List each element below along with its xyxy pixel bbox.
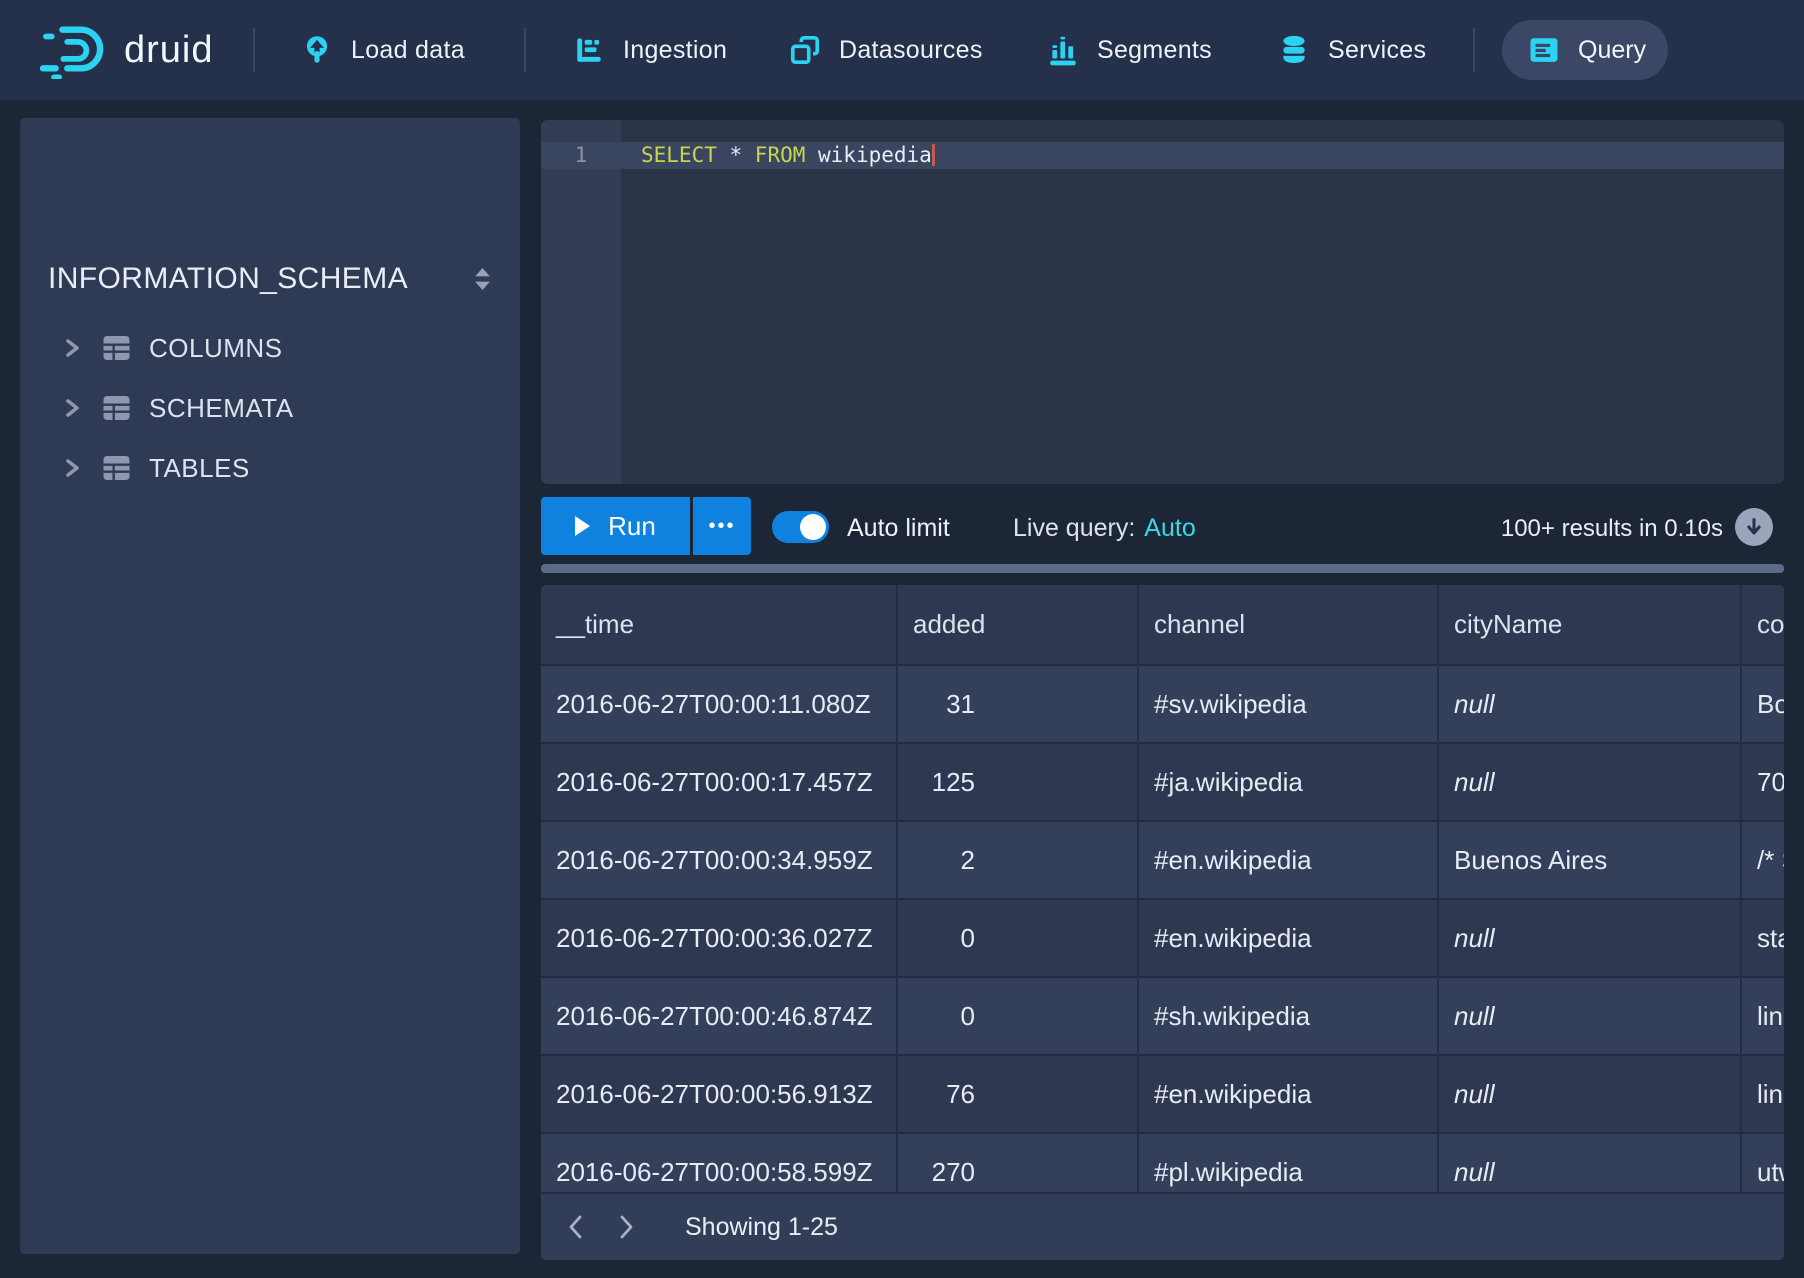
druid-console: { "navbar": { "brand": "druid", "items":… (0, 0, 1804, 1278)
cell-comment[interactable]: Bot (1741, 665, 1784, 743)
results-pagination: Showing 1-25 (541, 1192, 1784, 1260)
druid-logo[interactable]: druid (38, 21, 214, 79)
cell-added[interactable]: 0 (897, 977, 1138, 1055)
cell-time[interactable]: 2016-06-27T00:00:46.874Z (541, 977, 897, 1055)
column-header-channel[interactable]: channel (1138, 585, 1438, 665)
run-more-button[interactable]: ••• (693, 497, 751, 555)
cell-cityname[interactable]: Buenos Aires (1438, 821, 1741, 899)
editor-gutter (541, 120, 621, 484)
cell-time[interactable]: 2016-06-27T00:00:17.457Z (541, 743, 897, 821)
navbar-divider (253, 28, 255, 72)
prev-page-button[interactable] (561, 1212, 591, 1242)
table-row: 2016-06-27T00:00:46.874Z 0 #sh.wikipedia… (541, 977, 1784, 1055)
cell-channel[interactable]: #sv.wikipedia (1138, 665, 1438, 743)
next-page-button[interactable] (611, 1212, 641, 1242)
cell-added[interactable]: 2 (897, 821, 1138, 899)
cell-channel[interactable]: #sh.wikipedia (1138, 977, 1438, 1055)
navbar-divider (1473, 28, 1475, 72)
bar-chart-icon (1046, 33, 1080, 67)
run-button[interactable]: Run (541, 497, 690, 555)
sql-editor[interactable]: 1 SELECT * FROM wikipedia (541, 120, 1784, 484)
schema-tree: COLUMNS SCHEMATA (20, 318, 520, 498)
cell-time[interactable]: 2016-06-27T00:00:36.027Z (541, 899, 897, 977)
cell-time[interactable]: 2016-06-27T00:00:11.080Z (541, 665, 897, 743)
cell-channel[interactable]: #en.wikipedia (1138, 821, 1438, 899)
table-row: 2016-06-27T00:00:56.913Z 76 #en.wikipedi… (541, 1055, 1784, 1133)
text-cursor (932, 144, 935, 166)
panel-resize-handle[interactable] (541, 564, 1784, 573)
live-query-label: Live query: (1013, 514, 1135, 542)
table-row: 2016-06-27T00:00:36.027Z 0 #en.wikipedia… (541, 899, 1784, 977)
live-query-control: Live query: Auto (1013, 512, 1196, 544)
table-row: 2016-06-27T00:00:17.457Z 125 #ja.wikiped… (541, 743, 1784, 821)
cell-comment[interactable]: /* S (1741, 821, 1784, 899)
cell-comment[interactable]: 70: (1741, 743, 1784, 821)
column-header-comment[interactable]: comment (1741, 585, 1784, 665)
cell-time[interactable]: 2016-06-27T00:00:34.959Z (541, 821, 897, 899)
nav-item-segments[interactable]: Segments (1046, 0, 1212, 100)
cell-added[interactable]: 31 (897, 665, 1138, 743)
editor-line-number: 1 (541, 142, 621, 169)
upload-icon (300, 33, 334, 67)
sql-query-text[interactable]: SELECT * FROM wikipedia (641, 142, 935, 169)
nav-item-load-data[interactable]: Load data (300, 0, 465, 100)
cell-time[interactable]: 2016-06-27T00:00:56.913Z (541, 1055, 897, 1133)
tree-item-tables[interactable]: TABLES (20, 438, 520, 498)
table-row: 2016-06-27T00:00:11.080Z 31 #sv.wikipedi… (541, 665, 1784, 743)
schema-selector-caret-icon[interactable] (471, 266, 494, 292)
cell-added[interactable]: 125 (897, 743, 1138, 821)
stacked-squares-icon (788, 33, 822, 67)
nav-item-query-active[interactable]: Query (1502, 20, 1668, 80)
cell-cityname[interactable]: null (1438, 1055, 1741, 1133)
pagination-status: Showing 1-25 (685, 1213, 838, 1242)
top-navbar: druid Load data Ingestion (0, 0, 1804, 100)
download-results-button[interactable] (1735, 508, 1773, 546)
auto-limit-label[interactable]: Auto limit (847, 512, 950, 544)
brand-wordmark: druid (124, 29, 214, 72)
gantt-chart-icon (572, 33, 606, 67)
cell-added[interactable]: 76 (897, 1055, 1138, 1133)
column-header-added[interactable]: added (897, 585, 1138, 665)
schema-title: INFORMATION_SCHEMA (48, 262, 408, 296)
table-icon (100, 453, 133, 483)
console-icon (1526, 32, 1562, 68)
column-header-cityname[interactable]: cityName (1438, 585, 1741, 665)
cell-channel[interactable]: #en.wikipedia (1138, 899, 1438, 977)
results-summary: 100+ results in 0.10s (1501, 513, 1723, 545)
cell-comment[interactable]: link (1741, 1055, 1784, 1133)
nav-item-datasources[interactable]: Datasources (788, 0, 983, 100)
cell-comment[interactable]: link (1741, 977, 1784, 1055)
chevron-right-icon[interactable] (62, 397, 82, 419)
chevron-right-icon[interactable] (62, 337, 82, 359)
cell-cityname[interactable]: null (1438, 665, 1741, 743)
cell-channel[interactable]: #en.wikipedia (1138, 1055, 1438, 1133)
query-results-panel: __time added channel cityName comment 20… (541, 585, 1784, 1260)
cell-cityname[interactable]: null (1438, 743, 1741, 821)
toggle-knob (800, 514, 826, 540)
results-table: __time added channel cityName comment 20… (541, 585, 1784, 1212)
results-header-row: __time added channel cityName comment (541, 585, 1784, 665)
tree-item-schemata[interactable]: SCHEMATA (20, 378, 520, 438)
druid-logo-icon (38, 21, 110, 79)
table-icon (100, 393, 133, 423)
nav-item-ingestion[interactable]: Ingestion (572, 0, 727, 100)
schema-sidebar: INFORMATION_SCHEMA COLUMNS (20, 118, 520, 1254)
cell-added[interactable]: 0 (897, 899, 1138, 977)
live-query-value[interactable]: Auto (1144, 514, 1195, 542)
navbar-divider (524, 28, 526, 72)
database-icon (1277, 33, 1311, 67)
column-header-time[interactable]: __time (541, 585, 897, 665)
cell-cityname[interactable]: null (1438, 899, 1741, 977)
auto-limit-toggle[interactable] (772, 511, 829, 543)
tree-item-columns[interactable]: COLUMNS (20, 318, 520, 378)
table-icon (100, 333, 133, 363)
cell-channel[interactable]: #ja.wikipedia (1138, 743, 1438, 821)
table-row: 2016-06-27T00:00:34.959Z 2 #en.wikipedia… (541, 821, 1784, 899)
nav-item-services[interactable]: Services (1277, 0, 1426, 100)
play-icon (575, 516, 590, 536)
cell-comment[interactable]: stat (1741, 899, 1784, 977)
download-arrow-icon (1742, 515, 1766, 539)
cell-cityname[interactable]: null (1438, 977, 1741, 1055)
chevron-right-icon[interactable] (62, 457, 82, 479)
